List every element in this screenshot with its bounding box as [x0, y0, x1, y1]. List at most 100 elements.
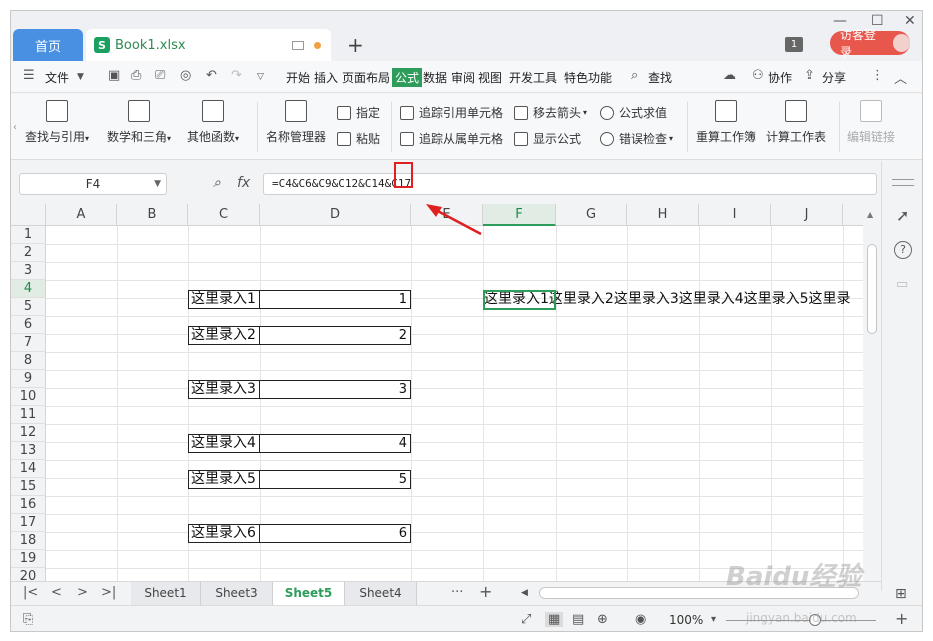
row-header-7[interactable]: 7 [11, 334, 46, 352]
column-header-b[interactable]: B [117, 204, 188, 226]
fullscreen-icon[interactable]: ⤢ [521, 612, 531, 627]
row-header-18[interactable]: 18 [11, 532, 46, 550]
row-header-14[interactable]: 14 [11, 460, 46, 478]
column-header-k[interactable] [843, 204, 863, 226]
menu-page-layout[interactable]: 页面布局 [342, 69, 390, 86]
menu-share[interactable]: 分享 [822, 69, 846, 86]
page-layout-view-icon[interactable]: ▤ [572, 612, 584, 627]
vertical-scroll-thumb[interactable] [867, 244, 877, 334]
column-header-f[interactable]: F [483, 204, 556, 226]
paste-button[interactable]: 粘贴 [337, 130, 380, 147]
cell-d12[interactable]: 4 [259, 434, 411, 453]
name-manager-button[interactable]: 名称管理器 [266, 100, 326, 145]
undo-icon[interactable]: ↶ [206, 68, 217, 83]
fx-icon[interactable]: fx [237, 175, 250, 191]
row-header-9[interactable]: 9 [11, 370, 46, 388]
trace-precedents-button[interactable]: 追踪引用单元格 [400, 104, 503, 121]
row-header-6[interactable]: 6 [11, 316, 46, 334]
row-header-12[interactable]: 12 [11, 424, 46, 442]
more-sheets-icon[interactable]: ··· [451, 585, 463, 600]
zoom-search-icon[interactable]: ⌕ [213, 175, 221, 191]
menu-search[interactable]: 查找 [648, 69, 672, 86]
row-header-20[interactable]: 20 [11, 568, 46, 581]
name-box[interactable]: F4 ▼ [19, 173, 167, 195]
page-break-view-icon[interactable]: ⊕ [597, 612, 608, 627]
sheet-tab-sheet1[interactable]: Sheet1 [131, 582, 201, 605]
monitor-icon[interactable] [292, 40, 304, 50]
formula-input[interactable]: =C4&C6&C9&C12&C14&C17 [263, 173, 877, 195]
cloud-icon[interactable]: ☁ [723, 68, 736, 83]
vertical-scrollbar[interactable]: ▲ [863, 204, 881, 581]
menu-special[interactable]: 特色功能 [564, 69, 612, 86]
row-header-2[interactable]: 2 [11, 244, 46, 262]
assign-button[interactable]: 指定 [337, 104, 380, 121]
trace-dependents-button[interactable]: 追踪从属单元格 [400, 130, 503, 147]
row-header-19[interactable]: 19 [11, 550, 46, 568]
cell-d4[interactable]: 1 [259, 290, 411, 309]
menu-file[interactable]: 文件 [45, 69, 69, 86]
print-preview-icon[interactable]: ◎ [180, 68, 191, 83]
column-header-d[interactable]: D [260, 204, 411, 226]
close-icon[interactable]: ✕ [904, 13, 916, 29]
cell-d9[interactable]: 3 [259, 380, 411, 399]
normal-view-icon[interactable]: ▦ [545, 612, 564, 627]
share-icon[interactable]: ⇪ [804, 68, 815, 83]
menu-formula[interactable]: 公式 [392, 68, 423, 87]
hamburger-icon[interactable]: ☰ [23, 68, 35, 83]
edit-links-button[interactable]: 编辑链接 [847, 100, 895, 145]
scroll-left-icon[interactable]: ◀ [521, 588, 528, 598]
menu-data[interactable]: 数据 [423, 69, 447, 86]
row-header-10[interactable]: 10 [11, 388, 46, 406]
more-vertical-icon[interactable]: ⋮ [871, 68, 884, 83]
sheet-tab-sheet4[interactable]: Sheet4 [345, 582, 417, 605]
column-header-h[interactable]: H [627, 204, 699, 226]
row-header-16[interactable]: 16 [11, 496, 46, 514]
column-header-e[interactable]: E [411, 204, 483, 226]
add-sheet-icon[interactable]: + [479, 582, 492, 601]
evaluate-formula-button[interactable]: 公式求值 [600, 104, 667, 121]
zoom-in-icon[interactable]: + [895, 609, 908, 628]
cell-d17[interactable]: 6 [259, 524, 411, 543]
cell-d6[interactable]: 2 [259, 326, 411, 345]
cell-d14[interactable]: 5 [259, 470, 411, 489]
print-icon[interactable]: ⎚ [155, 68, 165, 83]
column-header-a[interactable]: A [46, 204, 117, 226]
show-formulas-button[interactable]: 显示公式 [514, 130, 581, 147]
next-sheet-icon[interactable]: > [77, 585, 88, 600]
ribbon-scroll-left-icon[interactable]: ‹ [13, 122, 17, 133]
row-header-8[interactable]: 8 [11, 352, 46, 370]
search-icon[interactable]: ⌕ [631, 68, 638, 83]
row-header-11[interactable]: 11 [11, 406, 46, 424]
cursor-select-icon[interactable]: ➚ [896, 206, 909, 225]
error-check-button[interactable]: 错误检查 ▾ [600, 130, 673, 147]
lookup-reference-button[interactable]: 查找与引用▾ [25, 100, 89, 145]
cell-c12[interactable]: 这里录入4 [188, 434, 260, 453]
cell-c9[interactable]: 这里录入3 [188, 380, 260, 399]
guest-login-button[interactable]: 访客登录 [830, 28, 910, 59]
grid-apps-icon[interactable]: ⊞ [895, 586, 907, 602]
other-functions-button[interactable]: 其他函数▾ [187, 100, 239, 145]
document-tab[interactable]: S Book1.xlsx [86, 29, 331, 61]
column-header-i[interactable]: I [699, 204, 771, 226]
new-tab-plus-icon[interactable]: + [347, 33, 364, 57]
row-header-1[interactable]: 1 [11, 226, 46, 244]
save-icon[interactable]: ▣ [108, 68, 120, 83]
collab-user-icon[interactable]: ⚇ [752, 68, 764, 83]
cell-c4[interactable]: 这里录入1 [188, 290, 260, 309]
cell-c6[interactable]: 这里录入2 [188, 326, 260, 345]
redo-icon[interactable]: ↷ [231, 68, 242, 83]
export-icon[interactable]: ⎙ [131, 68, 141, 83]
comment-icon[interactable]: ▭ [896, 277, 908, 292]
menu-developer[interactable]: 开发工具 [509, 69, 557, 86]
math-trig-button[interactable]: 数学和三角▾ [107, 100, 171, 145]
cell-c17[interactable]: 这里录入6 [188, 524, 260, 543]
cell-c14[interactable]: 这里录入5 [188, 470, 260, 489]
row-header-17[interactable]: 17 [11, 514, 46, 532]
menu-review[interactable]: 审阅 [451, 69, 475, 86]
row-header-3[interactable]: 3 [11, 262, 46, 280]
eye-protection-icon[interactable]: ◉ [635, 612, 646, 627]
more-dropdown-icon[interactable]: ▽ [257, 72, 264, 82]
chevron-down-icon[interactable]: ▼ [77, 72, 84, 82]
recalculate-workbook-button[interactable]: 重算工作簿 [696, 100, 756, 145]
row-header-15[interactable]: 15 [11, 478, 46, 496]
